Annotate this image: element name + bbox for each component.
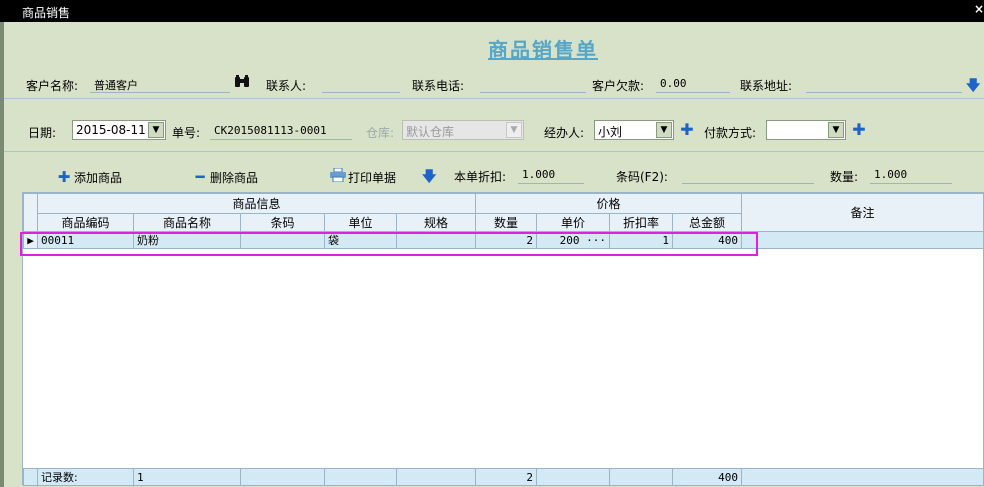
window-title: 商品销售 [22,6,71,20]
printer-icon [330,167,346,186]
cell-unit[interactable]: 袋 [324,231,397,249]
cell-price-value: 200 [559,233,580,247]
title-bar: 商品销售 × [0,0,984,22]
debt-label: 客户欠款: [592,79,645,93]
cell-discount[interactable]: 1 [609,231,674,249]
add-product-label: 添加商品 [74,171,123,185]
chevron-down-icon[interactable]: ▼ [656,122,672,138]
contact-field[interactable] [322,74,400,93]
order-number-label: 单号: [172,126,201,140]
address-field[interactable] [806,74,962,93]
discount-field[interactable]: 1.000 [518,165,584,184]
product-info-group-header: 商品信息 [36,193,477,214]
handler-value: 小刘 [598,125,623,139]
warehouse-select: 默认仓库 ▼ [402,120,524,140]
close-icon[interactable]: × [974,2,984,16]
arrow-down-icon[interactable]: 🡇 [966,75,980,99]
chevron-down-icon: ▼ [506,122,522,138]
cell-barcode[interactable] [240,231,325,249]
column-header-spec[interactable]: 规格 [395,213,477,232]
cell-total[interactable]: 400 [672,231,743,249]
customer-row: 客户名称: 普通客户 联系人: 联系电话: 客户欠款: 0.00 联系地址: 🡇 [4,69,984,99]
quantity-field[interactable]: 1.000 [870,165,952,184]
summary-empty [609,468,673,486]
product-grid: 商品信息 价格 备注 商品编码 商品名称 条码 单位 规格 数量 单价 折扣率 … [22,192,984,486]
customer-field[interactable]: 普通客户 [90,74,230,93]
barcode-input[interactable] [682,165,814,184]
quantity-label: 数量: [830,170,859,184]
chevron-down-icon[interactable]: ▼ [148,122,164,138]
remark-header: 备注 [741,193,984,232]
cell-code[interactable]: 00011 [37,231,134,249]
add-handler-icon[interactable]: ✚ [680,122,694,138]
discount-label: 本单折扣: [454,170,507,184]
column-header-name[interactable]: 商品名称 [133,213,241,232]
column-header-qty[interactable]: 数量 [475,213,538,232]
date-value: 2015-08-11 [76,123,146,137]
summary-total: 400 [672,468,742,486]
column-header-price[interactable]: 单价 [536,213,611,232]
summary-label: 记录数: [37,468,134,486]
cell-spec[interactable] [395,231,477,249]
summary-empty [741,468,984,486]
cell-name[interactable]: 奶粉 [133,231,241,249]
ellipsis-button[interactable]: ··· [586,234,606,247]
binoculars-icon[interactable] [234,75,250,93]
date-label: 日期: [28,126,57,140]
summary-empty [396,468,476,486]
add-payment-icon[interactable]: ✚ [852,122,866,138]
order-info-row: 日期: 2015-08-11 ▼ 单号: CK2015081113-0001 仓… [4,112,984,152]
debt-field: 0.00 [656,74,730,93]
contact-label: 联系人: [266,79,307,93]
warehouse-label: 仓库: [366,126,395,140]
order-number-field: CK2015081113-0001 [210,121,352,140]
column-header-unit[interactable]: 单位 [324,213,397,232]
phone-field[interactable] [480,74,586,93]
handler-select[interactable]: 小刘 ▼ [594,120,674,140]
summary-empty [240,468,325,486]
minus-icon: ━ [195,168,205,186]
delete-product-label: 删除商品 [210,171,259,185]
payment-label: 付款方式: [704,126,757,140]
summary-count: 1 [133,468,241,486]
form-title: 商品销售单 [488,38,598,62]
plus-icon: ✚ [57,168,71,186]
print-button[interactable]: 打印单据 [330,167,397,186]
customer-label: 客户名称: [26,79,79,93]
column-header-code[interactable]: 商品编码 [37,213,134,232]
handler-label: 经办人: [544,126,585,140]
barcode-label: 条码(F2): [616,170,668,184]
payment-select[interactable]: ▼ [766,120,846,140]
delete-product-button[interactable]: ━ 删除商品 [192,168,258,186]
sales-form-window: 商品销售单 客户名称: 普通客户 联系人: 联系电话: 客户欠款: 0.00 联… [0,22,984,487]
cell-remark[interactable] [741,231,984,249]
toolbar: ✚ 添加商品 ━ 删除商品 打印单据 🡇 本单折扣: 1.000 条码(F2): 数… [4,162,984,190]
print-label: 打印单据 [348,171,397,185]
row-indicator-header [23,193,38,232]
chevron-down-icon[interactable]: ▼ [828,122,844,138]
warehouse-value: 默认仓库 [406,125,455,139]
column-header-total[interactable]: 总金额 [672,213,743,232]
column-header-discount[interactable]: 折扣率 [609,213,674,232]
arrow-down-icon[interactable]: 🡇 [422,166,436,190]
table-row[interactable]: ▶ 00011 奶粉 袋 2 200 ··· 1 400 [23,231,984,249]
summary-empty [324,468,397,486]
column-header-barcode[interactable]: 条码 [240,213,325,232]
summary-empty [536,468,610,486]
date-picker[interactable]: 2015-08-11 ▼ [72,120,166,140]
phone-label: 联系电话: [412,79,465,93]
summary-indicator [23,468,38,486]
add-product-button[interactable]: ✚ 添加商品 [56,168,122,186]
summary-row: 记录数: 1 2 400 [23,468,984,486]
cell-qty[interactable]: 2 [475,231,538,249]
address-label: 联系地址: [740,79,793,93]
row-indicator-icon: ▶ [23,231,38,249]
summary-qty: 2 [475,468,537,486]
price-group-header: 价格 [475,193,743,214]
cell-price[interactable]: 200 ··· [536,231,611,249]
